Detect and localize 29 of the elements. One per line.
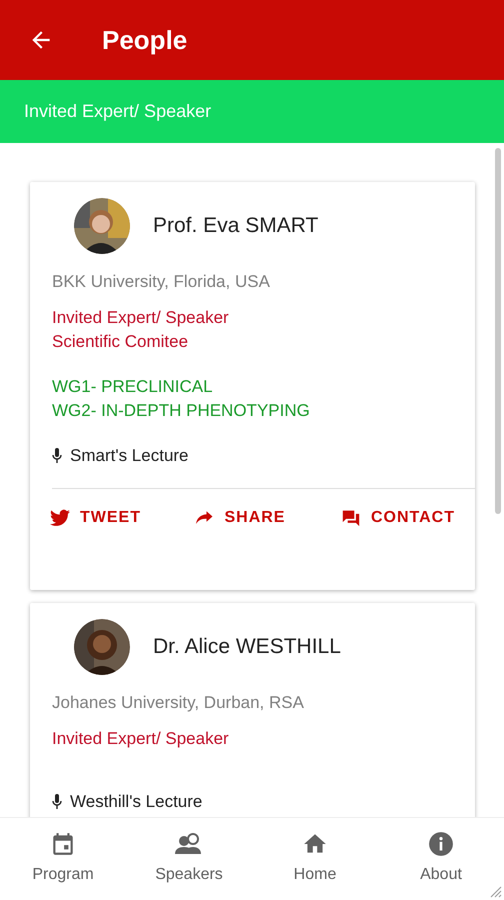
working-group-text: WG1- PRECLINICAL xyxy=(52,376,214,398)
people-icon xyxy=(175,831,203,857)
working-group-text: WG2- IN-DEPTH PHENOTYPING xyxy=(52,400,311,422)
info-icon xyxy=(428,831,454,857)
filter-label: Invited Expert/ Speaker xyxy=(24,100,212,123)
contact-button[interactable]: CONTACT xyxy=(340,506,455,530)
bird-icon xyxy=(50,509,70,527)
nav-tab[interactable]: Speakers xyxy=(139,831,239,887)
scrollbar[interactable] xyxy=(495,148,501,514)
role-text: Invited Expert/ Speaker xyxy=(52,728,230,750)
role-text: Invited Expert/ Speaker xyxy=(52,307,230,329)
nav-tab[interactable]: Program xyxy=(13,831,113,887)
affiliation-text: BKK University, Florida, USA xyxy=(52,271,271,293)
microphone-icon xyxy=(52,794,62,810)
person-name: Prof. Eva SMART xyxy=(153,213,318,240)
nav-tab[interactable]: Home xyxy=(265,831,365,887)
tweet-button[interactable]: TWEET xyxy=(50,506,141,530)
nav-tab[interactable]: About xyxy=(391,831,491,887)
role-text: Scientific Comitee xyxy=(52,331,190,353)
person-name: Dr. Alice WESTHILL xyxy=(153,634,341,660)
share-icon xyxy=(196,511,214,525)
affiliation-text: Johanes University, Durban, RSA xyxy=(52,692,305,714)
resize-grip-icon xyxy=(488,884,502,898)
lecture-link[interactable]: Westhill's Lecture xyxy=(70,789,202,815)
share-button[interactable]: SHARE xyxy=(196,506,286,530)
microphone-icon xyxy=(52,448,62,464)
page-title: People xyxy=(102,24,188,56)
lecture-link[interactable]: Smart's Lecture xyxy=(70,443,189,469)
chat-icon xyxy=(340,509,361,527)
